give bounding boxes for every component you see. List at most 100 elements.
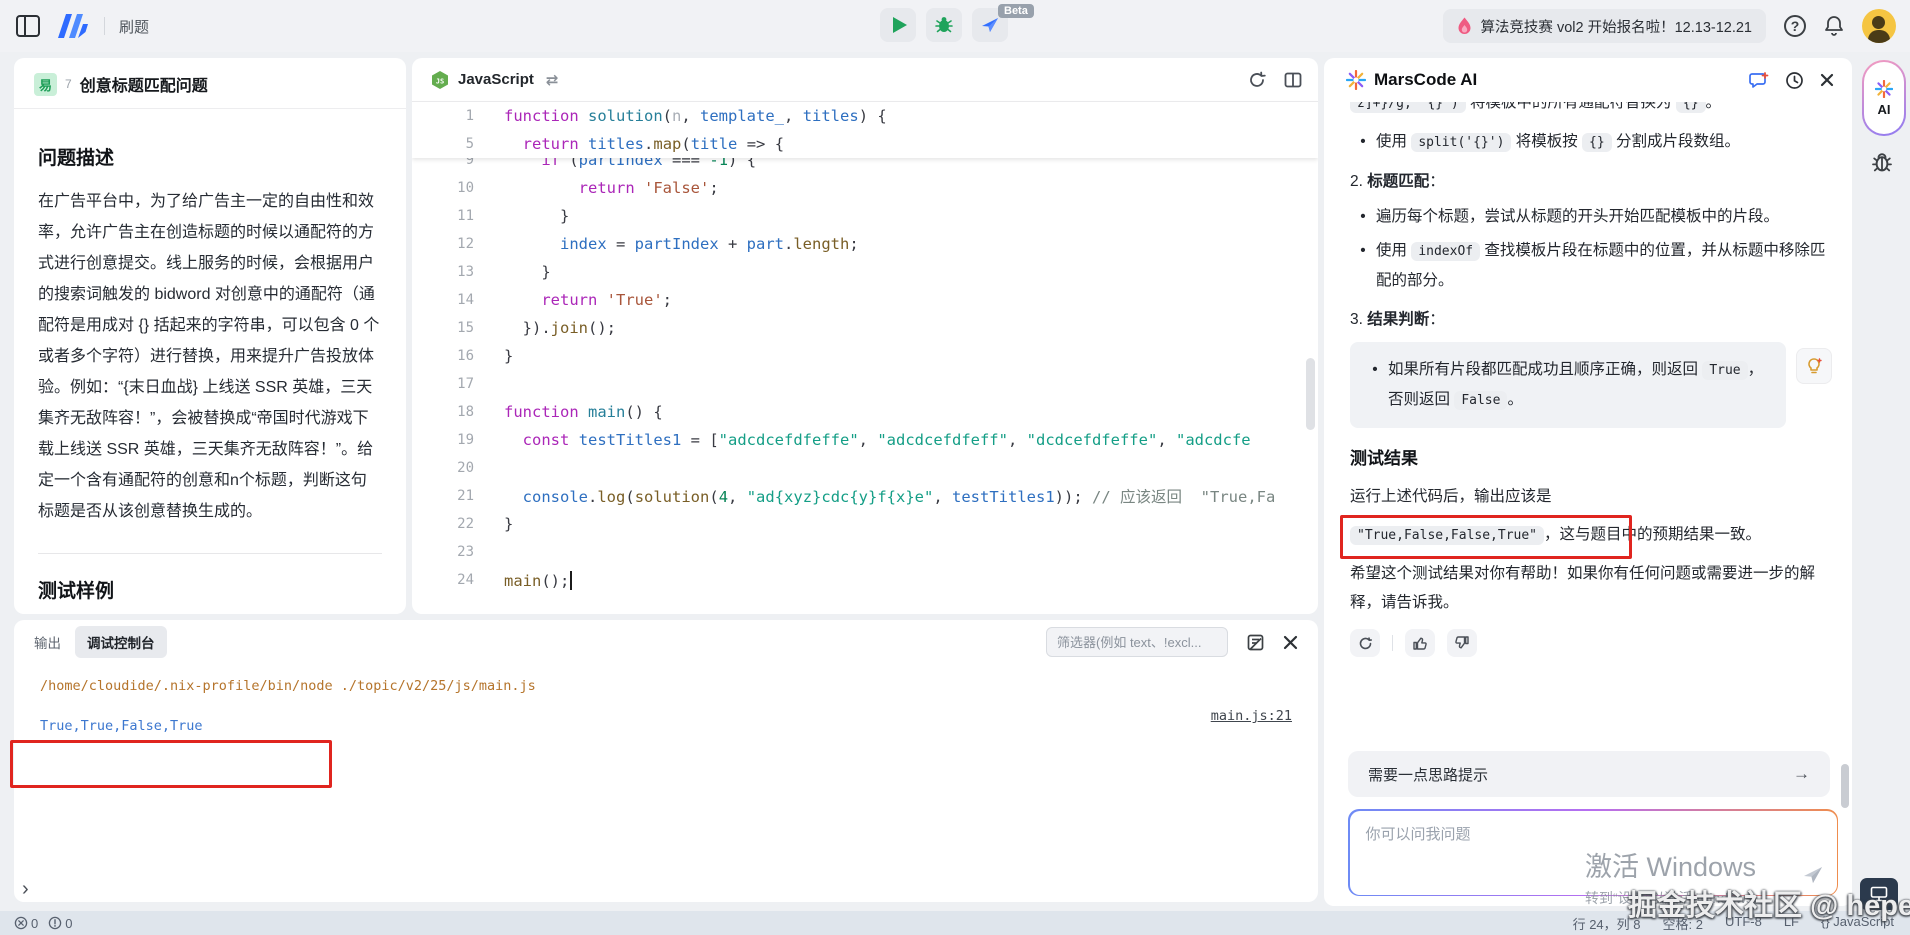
user-avatar[interactable] [1862, 9, 1896, 43]
code-token: (); [541, 572, 569, 590]
clear-console-icon[interactable] [1246, 633, 1265, 652]
divider [38, 553, 382, 554]
ai-highlighted-block: •如果所有片段都匹配成功且顺序正确，则返回 True，否则返回 False。 [1350, 342, 1786, 428]
code-token [579, 135, 588, 153]
tab-output[interactable]: 输出 [34, 632, 61, 652]
ai-list-text: 使用 indexOf 查找模板片段在标题中的位置，并从标题中移除匹配的部分。 [1376, 236, 1826, 295]
divider [104, 17, 105, 35]
send-button[interactable] [1802, 864, 1824, 886]
ai-numbered-item: 3. 结果判断： [1350, 305, 1826, 334]
statusbar-item[interactable]: 行 24，列 8 [1573, 914, 1641, 933]
statusbar-item[interactable]: LF [1784, 914, 1799, 933]
code-line: 21 console.log(solution(4, "ad{xyz}cdc{y… [412, 482, 1318, 510]
code-token: { [775, 135, 784, 153]
switch-language-icon[interactable]: ⇄ [546, 71, 559, 89]
debug-button[interactable] [926, 8, 962, 42]
tab-javascript[interactable]: JS JavaScript ⇄ [430, 70, 558, 90]
play-icon [893, 17, 907, 33]
code-line: 24main(); [412, 566, 1318, 594]
code-token: , [681, 107, 700, 125]
statusbar-item[interactable]: {} JavaScript [1821, 914, 1894, 933]
bell-icon[interactable] [1824, 15, 1844, 37]
source-location-link[interactable]: main.js:21 [1211, 708, 1292, 724]
console-filter-input[interactable] [1046, 627, 1228, 657]
ai-question-input[interactable] [1350, 811, 1837, 895]
code-line: 11 } [412, 202, 1318, 230]
marscode-logo-icon[interactable] [54, 13, 90, 39]
tab-debug-console[interactable]: 调试控制台 [75, 626, 167, 658]
code-token: , [728, 488, 747, 506]
ai-response-actions [1350, 629, 1826, 657]
split-editor-icon[interactable] [1284, 71, 1302, 89]
thumbs-down-button[interactable] [1447, 629, 1477, 657]
console-line: /home/cloudide/.nix-profile/bin/node ./t… [40, 676, 1292, 696]
reset-code-icon[interactable] [1248, 71, 1266, 89]
report-bug-button[interactable] [1870, 150, 1894, 174]
regenerate-button[interactable] [1350, 629, 1380, 657]
ai-list-item: •遍历每个标题，尝试从标题的开头开始匹配模板中的片段。 [1350, 202, 1826, 231]
code-text: function main() { [504, 403, 663, 421]
suggestion-chip[interactable]: 需要一点思路提示 → [1348, 751, 1830, 797]
errors-count: 0 [31, 916, 38, 931]
ai-list-item: •如果所有片段都匹配成功且顺序正确，则返回 True，否则返回 False。 [1362, 355, 1774, 415]
code-line: 17 [412, 370, 1318, 398]
close-ai-panel-icon[interactable] [1820, 73, 1834, 87]
explain-lightbulb-button[interactable] [1796, 348, 1832, 384]
line-number: 14 [412, 292, 474, 308]
code-token: ( [625, 488, 634, 506]
close-panel-icon[interactable] [1283, 635, 1298, 650]
ai-list-item: •使用 indexOf 查找模板片段在标题中的位置，并从标题中移除匹配的部分。 [1350, 236, 1826, 295]
javascript-file-icon: JS [430, 70, 450, 90]
ai-launcher-button[interactable]: AI [1862, 60, 1906, 136]
sticky-scroll-lines: 1function solution(n, template_, titles)… [412, 102, 1318, 158]
announcement-banner[interactable]: 算法竞技赛 vol2 开始报名啦！12.13-12.21 [1443, 9, 1766, 43]
ai-paragraph: "True,False,False,True"，这与题目中的预期结果一致。 [1350, 520, 1826, 550]
history-icon[interactable] [1785, 71, 1804, 90]
ai-panel-scrollbar[interactable] [1841, 764, 1849, 808]
ai-paragraph: z]+}/g, '{}') 将模板中的所有通配符替换为 {}。 [1350, 102, 1826, 118]
code-token: ( [663, 107, 672, 125]
bullet-icon: • [1350, 236, 1376, 295]
run-button[interactable] [880, 8, 916, 42]
bold-text: 标题匹配 [1367, 173, 1429, 190]
inline-code-chip: False [1454, 391, 1507, 410]
floating-widget-button[interactable] [1860, 878, 1898, 910]
new-chat-icon[interactable] [1749, 70, 1769, 90]
code-token [579, 107, 588, 125]
code-token: , [1008, 431, 1027, 449]
ai-paragraph: 运行上述代码后，输出应该是 [1350, 482, 1826, 511]
fire-icon [1457, 17, 1472, 35]
sidebar-toggle-icon[interactable] [16, 15, 40, 37]
deploy-button[interactable]: Beta [972, 8, 1008, 42]
ai-numbered-item: 2. 标题匹配： [1350, 167, 1826, 196]
statusbar-item[interactable]: UTF-8 [1725, 914, 1762, 933]
code-area[interactable]: 9 if (partIndex === -1) {10 return 'Fals… [412, 102, 1318, 614]
inline-code-chip: z]+}/g, '{}') [1350, 102, 1466, 113]
thumbs-up-button[interactable] [1405, 629, 1435, 657]
suggestion-text: 需要一点思路提示 [1368, 764, 1488, 785]
code-token [504, 135, 523, 153]
code-token: return [523, 135, 579, 153]
code-token: main [588, 403, 625, 421]
code-line: 23 [412, 538, 1318, 566]
code-token: "adcdcfe [1176, 431, 1251, 449]
statusbar-item[interactable]: 空格: 2 [1663, 914, 1703, 933]
code-token: const [523, 431, 570, 449]
console-expand-chevron[interactable]: › [22, 882, 29, 896]
code-text: } [504, 515, 513, 533]
annotation-red-box [10, 740, 332, 788]
text-cursor [570, 571, 572, 590]
errors-indicator[interactable]: 0 [14, 916, 38, 931]
ai-list-text: 遍历每个标题，尝试从标题的开头开始匹配模板中的片段。 [1376, 202, 1779, 231]
help-icon[interactable]: ? [1784, 15, 1806, 37]
code-token: . [784, 235, 793, 253]
code-token [1083, 488, 1092, 506]
code-token: solution [635, 488, 710, 506]
warnings-indicator[interactable]: 0 [48, 916, 72, 931]
code-token: , [859, 431, 878, 449]
code-text: console.log(solution(4, "ad{xyz}cdc{y}f{… [504, 485, 1275, 507]
editor-scrollbar[interactable] [1306, 358, 1315, 430]
code-token: ( [709, 488, 718, 506]
code-line: 14 return 'True'; [412, 286, 1318, 314]
code-token: testTitles1 [952, 488, 1055, 506]
